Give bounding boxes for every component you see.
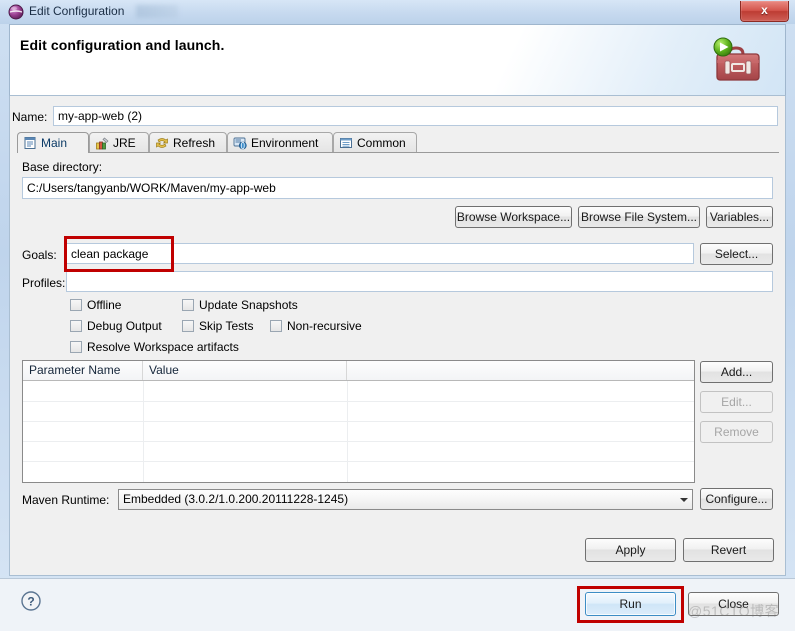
help-question-icon[interactable]: ? bbox=[20, 590, 42, 612]
checkbox-resolve-workspace-artifacts-label: Resolve Workspace artifacts bbox=[87, 340, 239, 354]
svg-text:?: ? bbox=[27, 595, 34, 609]
parameter-table-vline-1 bbox=[143, 381, 144, 482]
tab-active-mask bbox=[18, 152, 88, 154]
checkbox-resolve-workspace-artifacts-box[interactable] bbox=[70, 341, 82, 353]
browse-file-system-button[interactable]: Browse File System... bbox=[578, 206, 700, 228]
parameter-table-col-extra[interactable] bbox=[347, 361, 694, 380]
parameter-table-col-name[interactable]: Parameter Name bbox=[23, 361, 143, 380]
tab-refresh-label: Refresh bbox=[173, 136, 215, 150]
configuration-name-input[interactable] bbox=[53, 106, 778, 126]
tab-main-label: Main bbox=[41, 136, 67, 150]
tab-common[interactable]: Common bbox=[333, 132, 417, 153]
profiles-input[interactable] bbox=[66, 271, 773, 292]
parameter-table[interactable]: Parameter Name Value bbox=[22, 360, 695, 483]
profiles-label: Profiles: bbox=[22, 276, 65, 290]
main-document-icon bbox=[23, 136, 37, 150]
table-row[interactable] bbox=[23, 421, 694, 422]
jre-books-icon bbox=[95, 136, 109, 150]
parameter-table-header: Parameter Name Value bbox=[23, 361, 694, 381]
tab-jre[interactable]: JRE bbox=[89, 132, 149, 153]
edit-parameter-button: Edit... bbox=[700, 391, 773, 413]
tab-refresh[interactable]: Refresh bbox=[149, 132, 227, 153]
chevron-down-icon bbox=[680, 498, 688, 502]
tab-main[interactable]: Main bbox=[17, 132, 89, 153]
header-title: Edit configuration and launch. bbox=[20, 37, 224, 53]
window-close-button[interactable]: x bbox=[740, 1, 789, 22]
checkbox-debug-output-label: Debug Output bbox=[87, 319, 162, 333]
maven-runtime-label: Maven Runtime: bbox=[22, 493, 109, 507]
browse-workspace-button[interactable]: Browse Workspace... bbox=[455, 206, 572, 228]
base-directory-input[interactable] bbox=[22, 177, 773, 199]
checkbox-offline-box[interactable] bbox=[70, 299, 82, 311]
tab-environment-label: Environment bbox=[251, 136, 318, 150]
checkbox-non-recursive-box[interactable] bbox=[270, 320, 282, 332]
remove-parameter-button: Remove bbox=[700, 421, 773, 443]
name-label: Name: bbox=[12, 110, 47, 124]
checkbox-update-snapshots-box[interactable] bbox=[182, 299, 194, 311]
base-directory-label: Base directory: bbox=[22, 160, 102, 174]
dialog-header: Edit configuration and launch. bbox=[9, 24, 786, 96]
checkbox-offline[interactable]: Offline bbox=[70, 298, 121, 312]
checkbox-debug-output-box[interactable] bbox=[70, 320, 82, 332]
tab-environment[interactable]: Environment bbox=[227, 132, 333, 153]
refresh-arrows-icon bbox=[155, 136, 169, 150]
table-row[interactable] bbox=[23, 441, 694, 442]
tab-common-label: Common bbox=[357, 136, 406, 150]
common-list-icon bbox=[339, 136, 353, 150]
maven-toolbox-run-icon bbox=[705, 33, 767, 89]
parameter-table-col-value[interactable]: Value bbox=[143, 361, 347, 380]
run-button[interactable]: Run bbox=[585, 592, 676, 616]
checkbox-resolve-workspace-artifacts[interactable]: Resolve Workspace artifacts bbox=[70, 340, 239, 354]
configure-runtime-button[interactable]: Configure... bbox=[700, 488, 773, 510]
checkbox-debug-output[interactable]: Debug Output bbox=[70, 319, 162, 333]
goals-label: Goals: bbox=[22, 248, 57, 262]
checkbox-skip-tests-label: Skip Tests bbox=[199, 319, 253, 333]
goals-input[interactable] bbox=[66, 243, 694, 264]
apply-button[interactable]: Apply bbox=[585, 538, 676, 562]
title-bar: Edit Configuration x bbox=[0, 0, 795, 24]
tab-underline bbox=[17, 152, 779, 153]
table-row[interactable] bbox=[23, 461, 694, 462]
checkbox-update-snapshots[interactable]: Update Snapshots bbox=[182, 298, 298, 312]
parameter-table-vline-2 bbox=[347, 381, 348, 482]
tab-jre-label: JRE bbox=[113, 136, 136, 150]
checkbox-skip-tests[interactable]: Skip Tests bbox=[182, 319, 253, 333]
maven-runtime-value: Embedded (3.0.2/1.0.200.20111228-1245) bbox=[123, 492, 348, 506]
table-row[interactable] bbox=[23, 401, 694, 402]
window-title: Edit Configuration bbox=[29, 4, 124, 18]
close-dialog-button[interactable]: Close bbox=[688, 592, 779, 616]
checkbox-non-recursive[interactable]: Non-recursive bbox=[270, 319, 362, 333]
maven-runtime-select[interactable]: Embedded (3.0.2/1.0.200.20111228-1245) bbox=[118, 489, 693, 510]
checkbox-skip-tests-box[interactable] bbox=[182, 320, 194, 332]
variables-button[interactable]: Variables... bbox=[706, 206, 773, 228]
title-blurred-region bbox=[136, 5, 178, 18]
add-parameter-button[interactable]: Add... bbox=[700, 361, 773, 383]
checkbox-non-recursive-label: Non-recursive bbox=[287, 319, 362, 333]
goals-select-button[interactable]: Select... bbox=[700, 243, 773, 265]
revert-button[interactable]: Revert bbox=[683, 538, 774, 562]
checkbox-offline-label: Offline bbox=[87, 298, 121, 312]
tab-bar: Main JRE Refresh bbox=[17, 132, 779, 153]
checkbox-update-snapshots-label: Update Snapshots bbox=[199, 298, 298, 312]
eclipse-sphere-icon bbox=[8, 4, 24, 20]
environment-icon bbox=[233, 136, 247, 150]
edit-configuration-dialog: Edit Configuration x Edit configuration … bbox=[0, 0, 795, 631]
